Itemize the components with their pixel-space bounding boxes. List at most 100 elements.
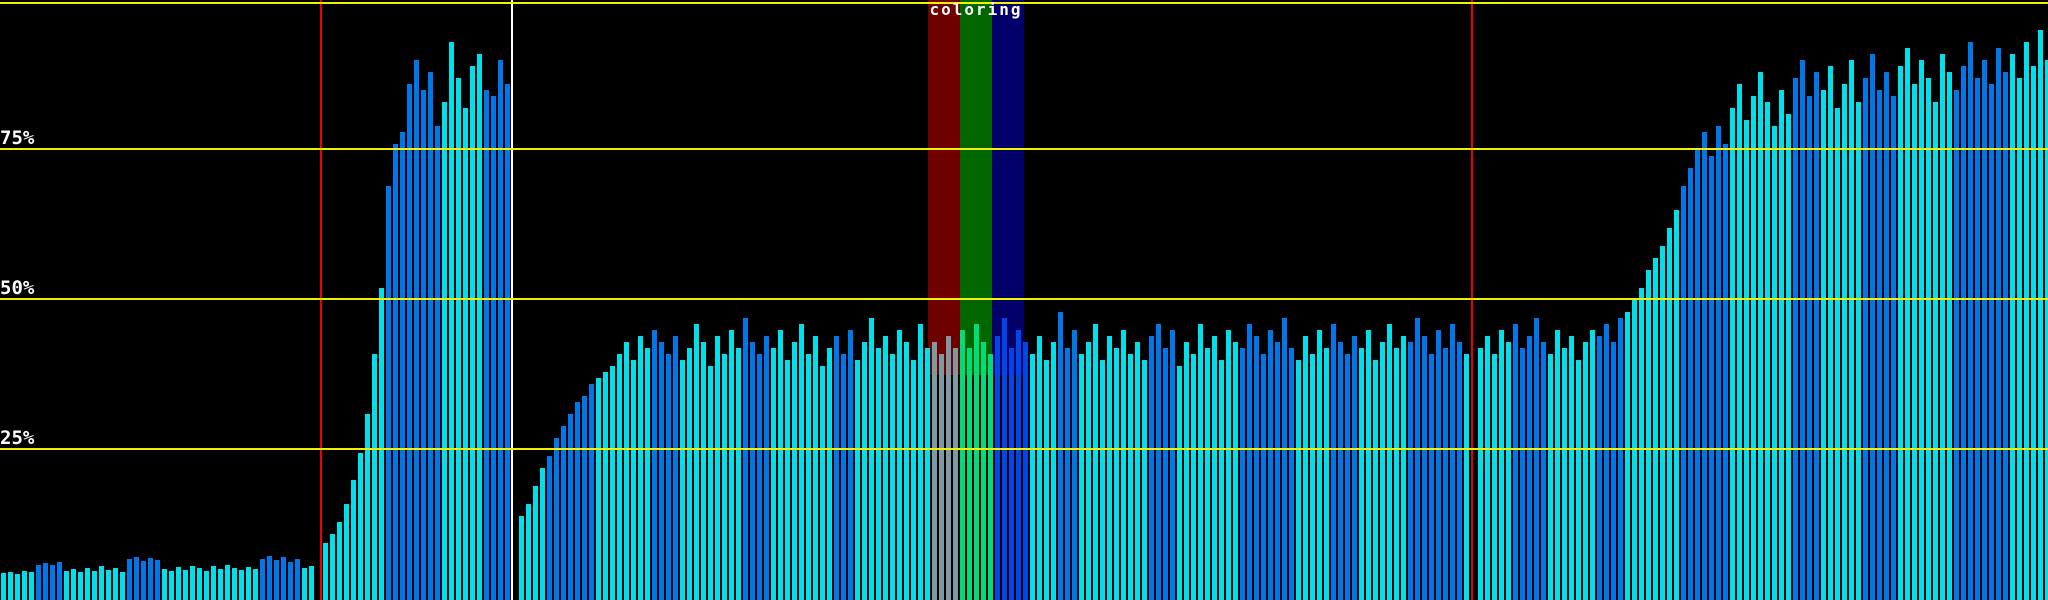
histogram-bar — [1499, 330, 1504, 600]
histogram-bar — [890, 354, 895, 600]
histogram-bar — [176, 567, 181, 600]
histogram-bar — [1345, 354, 1350, 600]
histogram-bar — [1653, 258, 1658, 600]
histogram-bar — [379, 288, 384, 600]
histogram-bar — [904, 342, 909, 600]
histogram-bar — [1716, 126, 1721, 600]
histogram-bar — [855, 360, 860, 600]
histogram-bar — [1086, 342, 1091, 600]
histogram-bar — [232, 568, 237, 600]
histogram-bar — [554, 438, 559, 600]
histogram-bar — [1163, 348, 1168, 600]
histogram-bar — [302, 568, 307, 600]
histogram-bar — [288, 562, 293, 600]
histogram-bar — [687, 348, 692, 600]
histogram-bar — [1604, 324, 1609, 600]
histogram-bar — [1534, 318, 1539, 600]
histogram-bar — [1520, 348, 1525, 600]
histogram-bar — [428, 72, 433, 600]
histogram-bar — [1884, 72, 1889, 600]
histogram-bar — [981, 342, 986, 600]
histogram-bar — [386, 186, 391, 600]
histogram-bar — [1961, 66, 1966, 600]
histogram-bar — [631, 360, 636, 600]
histogram-bar — [1646, 270, 1651, 600]
histogram-bar — [841, 354, 846, 600]
gridline-75 — [0, 148, 2048, 150]
histogram-bar — [1492, 354, 1497, 600]
histogram-bar — [127, 559, 132, 600]
histogram-bar — [792, 342, 797, 600]
histogram-bar — [505, 84, 510, 600]
histogram-bar — [1142, 360, 1147, 600]
histogram-bar — [1947, 72, 1952, 600]
histogram-bar — [778, 330, 783, 600]
histogram-bar — [568, 414, 573, 600]
histogram-bar — [85, 568, 90, 600]
histogram-bar — [624, 342, 629, 600]
histogram-bar — [1408, 342, 1413, 600]
histogram-bar — [1891, 96, 1896, 600]
histogram-bar — [456, 78, 461, 600]
histogram-bar — [29, 572, 34, 600]
histogram-bar — [1247, 324, 1252, 600]
histogram-bar — [43, 563, 48, 600]
histogram-bar — [344, 504, 349, 600]
histogram-bar — [1212, 336, 1217, 600]
histogram-bar — [1016, 330, 1021, 600]
histogram-bar — [652, 330, 657, 600]
histogram-bar — [1254, 336, 1259, 600]
histogram-bar — [1058, 312, 1063, 600]
histogram-bar — [309, 566, 314, 600]
histogram-bar — [673, 336, 678, 600]
histogram-bar — [1828, 66, 1833, 600]
histogram-bar — [372, 354, 377, 600]
histogram-bar — [267, 556, 272, 600]
histogram-bar — [435, 126, 440, 600]
histogram-bar — [645, 348, 650, 600]
histogram-bar — [1072, 330, 1077, 600]
histogram-bar — [330, 534, 335, 600]
histogram-bar — [1506, 342, 1511, 600]
histogram-bar — [785, 360, 790, 600]
histogram-bar — [442, 102, 447, 600]
histogram-bar — [1261, 354, 1266, 600]
histogram-bar — [1737, 84, 1742, 600]
histogram-bar — [365, 414, 370, 600]
histogram-bar — [694, 324, 699, 600]
histogram-bar — [1590, 330, 1595, 600]
histogram-bar — [848, 330, 853, 600]
histogram-bar — [638, 336, 643, 600]
histogram-bar — [1863, 78, 1868, 600]
histogram-bar — [2017, 78, 2022, 600]
histogram-bar — [1380, 342, 1385, 600]
histogram-bar — [1688, 168, 1693, 600]
histogram-bar — [750, 342, 755, 600]
histogram-bar — [659, 342, 664, 600]
histogram-bar — [1394, 348, 1399, 600]
histogram-bar — [834, 336, 839, 600]
histogram-bar — [1513, 324, 1518, 600]
histogram-bar — [491, 96, 496, 600]
histogram-bar — [1597, 336, 1602, 600]
histogram-bar — [953, 348, 958, 600]
axis-label-25: 25% — [0, 427, 35, 449]
histogram-bar — [1709, 156, 1714, 600]
histogram-bar — [1373, 360, 1378, 600]
histogram-bar — [1156, 324, 1161, 600]
histogram-bar — [2024, 42, 2029, 600]
histogram-bar — [2031, 66, 2036, 600]
histogram-bar — [225, 565, 230, 600]
histogram-bar — [939, 354, 944, 600]
histogram-bar — [680, 360, 685, 600]
histogram-bar — [1170, 330, 1175, 600]
histogram-bar — [169, 571, 174, 600]
histogram-bar — [351, 480, 356, 600]
histogram-bar — [1051, 342, 1056, 600]
coloring-band — [960, 0, 992, 375]
histogram-bar — [1625, 312, 1630, 600]
histogram-bar — [876, 348, 881, 600]
histogram-bar — [1415, 318, 1420, 600]
histogram-bar — [1324, 348, 1329, 600]
histogram-bar — [1317, 330, 1322, 600]
